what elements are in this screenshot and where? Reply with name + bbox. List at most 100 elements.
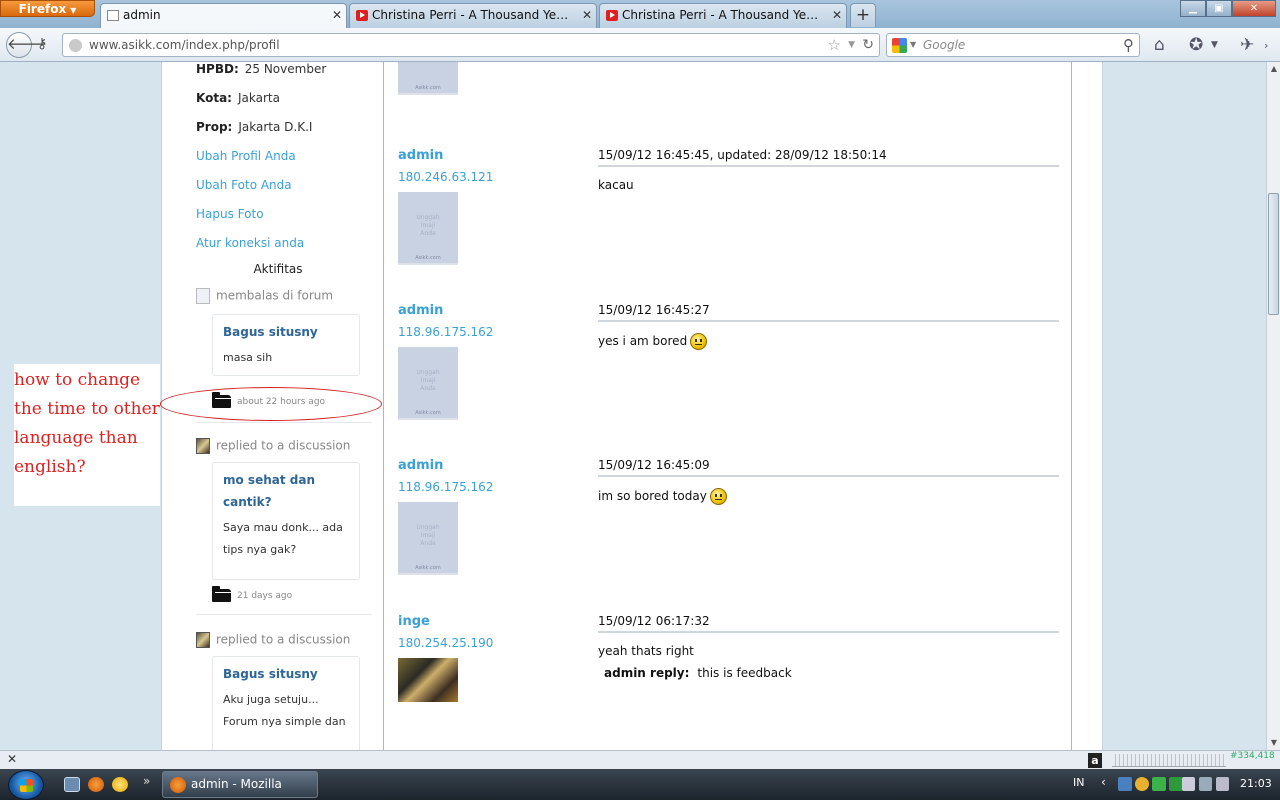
back-button[interactable]: 🡐 <box>6 32 47 58</box>
tab-youtube-2[interactable]: Christina Perri - A Thousand Years (O...… <box>599 3 847 28</box>
post-timestamp: 15/09/12 06:17:32 <box>598 614 710 628</box>
system-clock[interactable]: 21:03 <box>1240 777 1272 790</box>
reload-icon[interactable]: ↻ <box>862 37 874 53</box>
post-timestamp: 15/09/12 16:45:27 <box>598 303 710 317</box>
tab-bar: Firefox ▼ admin ✕ Christina Perri - A Tho… <box>0 0 1280 29</box>
chevron-down-icon[interactable]: ▼ <box>1211 40 1218 50</box>
tray-app-icon[interactable] <box>1118 777 1132 791</box>
edit-profile-link[interactable]: Ubah Profil Anda <box>196 149 296 163</box>
post-author-link[interactable]: admin <box>398 148 443 163</box>
close-tab-icon[interactable]: ✕ <box>832 4 842 27</box>
profile-field-province: Prop: Jakarta D.K.I <box>196 120 313 134</box>
tab-youtube-1[interactable]: Christina Perri - A Thousand Years (Pi..… <box>349 3 597 28</box>
tab-admin[interactable]: admin ✕ <box>100 3 347 29</box>
address-bar[interactable]: www.asikk.com/index.php/profil ☆ ▼ ↻ <box>62 33 880 57</box>
tray-app-icon[interactable] <box>1135 777 1149 791</box>
post-ip-link[interactable]: 180.246.63.121 <box>398 170 493 184</box>
user-avatar-icon <box>196 438 210 454</box>
divider <box>598 165 1059 167</box>
volume-icon[interactable] <box>1216 777 1229 791</box>
post-author-link[interactable]: admin <box>398 458 443 473</box>
start-button[interactable] <box>8 770 44 800</box>
folder-icon <box>212 586 231 602</box>
activity-action: membalas di forum <box>196 288 333 304</box>
divider <box>598 475 1059 477</box>
admin-reply: admin reply: this is feedback <box>604 666 792 680</box>
vertical-scrollbar[interactable]: ▲ ▼ <box>1266 62 1280 750</box>
profile-field-birthday: HPBD: 25 November <box>196 62 327 76</box>
annotation-highlight-ellipse <box>160 387 382 421</box>
user-avatar-icon <box>196 632 210 648</box>
manage-connections-link[interactable]: Atur koneksi anda <box>196 236 304 250</box>
google-icon[interactable] <box>892 38 907 53</box>
post-ip-link[interactable]: 180.254.25.190 <box>398 636 493 650</box>
url-text[interactable]: www.asikk.com/index.php/profil <box>89 38 280 52</box>
chevron-down-icon[interactable]: ▼ <box>910 40 916 49</box>
delete-photo-link[interactable]: Hapus Foto <box>196 207 264 221</box>
close-tab-icon[interactable]: ✕ <box>332 4 342 27</box>
battery-icon[interactable] <box>1182 777 1195 791</box>
close-window-button[interactable]: ✕ <box>1232 0 1276 17</box>
messenger-icon[interactable] <box>112 777 128 792</box>
post-ip-link[interactable]: 118.96.175.162 <box>398 325 493 339</box>
post-ip-link[interactable]: 118.96.175.162 <box>398 480 493 494</box>
user-photo[interactable] <box>398 658 458 702</box>
bookmarks-icon[interactable]: ✪ <box>1189 35 1203 55</box>
tray-app-icon[interactable] <box>1152 777 1166 791</box>
quicklaunch-more-icon[interactable]: » <box>143 774 150 788</box>
activity-quote[interactable]: mo sehat dan cantik? Saya mau donk... ad… <box>212 462 360 580</box>
home-icon[interactable]: ⌂ <box>1154 35 1165 55</box>
activity-action: replied to a discussion <box>196 632 350 648</box>
firefox-icon[interactable] <box>88 777 104 792</box>
scrollbar-thumb[interactable] <box>1268 193 1279 315</box>
divider <box>196 422 372 423</box>
addon-bar: ✕ a #334,418 <box>0 750 1280 769</box>
search-bar[interactable]: ▼ Google ⚲ <box>886 33 1140 57</box>
youtube-icon <box>606 10 618 21</box>
page-icon <box>107 10 119 21</box>
profile-field-city: Kota: Jakarta <box>196 91 280 105</box>
post-message: yes i am bored <box>598 333 708 350</box>
post-timestamp: 15/09/12 16:45:45, updated: 28/09/12 18:… <box>598 148 887 162</box>
history-dropdown-icon[interactable]: ▼ <box>848 40 855 50</box>
maximize-button[interactable]: ▣ <box>1206 0 1232 17</box>
new-tab-button[interactable]: + <box>850 3 876 27</box>
activity-quote[interactable]: Bagus situsny masa sih <box>212 314 360 376</box>
user-avatar-icon <box>196 288 210 304</box>
windows-taskbar: » admin - Mozilla Fire... IN ‹ 21:03 <box>0 769 1280 800</box>
system-tray <box>1182 777 1229 791</box>
traffic-graph <box>1112 754 1226 767</box>
post-author-link[interactable]: inge <box>398 614 430 629</box>
accessibility-icon[interactable]: a <box>1088 753 1102 768</box>
tray-icons <box>1118 777 1183 791</box>
bookmark-star-icon[interactable]: ☆ <box>828 36 841 54</box>
taskbar-firefox-window[interactable]: admin - Mozilla Fire... <box>162 771 318 798</box>
activity-quote[interactable]: Bagus situsny Aku juga setuju... Forum n… <box>212 656 360 750</box>
show-desktop-icon[interactable] <box>64 777 80 792</box>
post-author-link[interactable]: admin <box>398 303 443 318</box>
network-icon[interactable] <box>1199 777 1212 791</box>
search-input[interactable]: Google <box>923 38 965 52</box>
edit-photo-link[interactable]: Ubah Foto Anda <box>196 178 292 192</box>
close-tab-icon[interactable]: ✕ <box>582 4 592 27</box>
sad-smiley-icon <box>690 333 708 350</box>
annotation-note: how to change the time to other language… <box>14 364 160 506</box>
addon-icon[interactable]: ✈ <box>1240 35 1254 55</box>
firefox-menu-button[interactable]: Firefox ▼ <box>0 0 95 17</box>
minimize-button[interactable]: ▁ <box>1180 0 1206 17</box>
overflow-chevron-icon[interactable]: › <box>1264 39 1268 52</box>
tray-check-icon[interactable] <box>1169 777 1183 791</box>
rolling-eyes-smiley-icon <box>709 488 727 505</box>
close-addon-bar-icon[interactable]: ✕ <box>7 752 17 766</box>
scroll-up-arrow-icon[interactable]: ▲ <box>1267 62 1280 76</box>
tray-expand-icon[interactable]: ‹ <box>1101 775 1106 789</box>
scroll-down-arrow-icon[interactable]: ▼ <box>1267 736 1280 750</box>
site-rank[interactable]: #334,418 <box>1230 751 1275 761</box>
globe-icon <box>69 39 82 52</box>
language-indicator[interactable]: IN <box>1073 776 1084 789</box>
divider <box>196 614 372 615</box>
key-icon[interactable]: ⚷ <box>37 36 47 52</box>
placeholder-photo: Unggah Imaji Anda Asikk.com <box>398 502 458 575</box>
activity-timestamp: 21 days ago <box>212 586 292 602</box>
search-icon[interactable]: ⚲ <box>1123 36 1134 54</box>
